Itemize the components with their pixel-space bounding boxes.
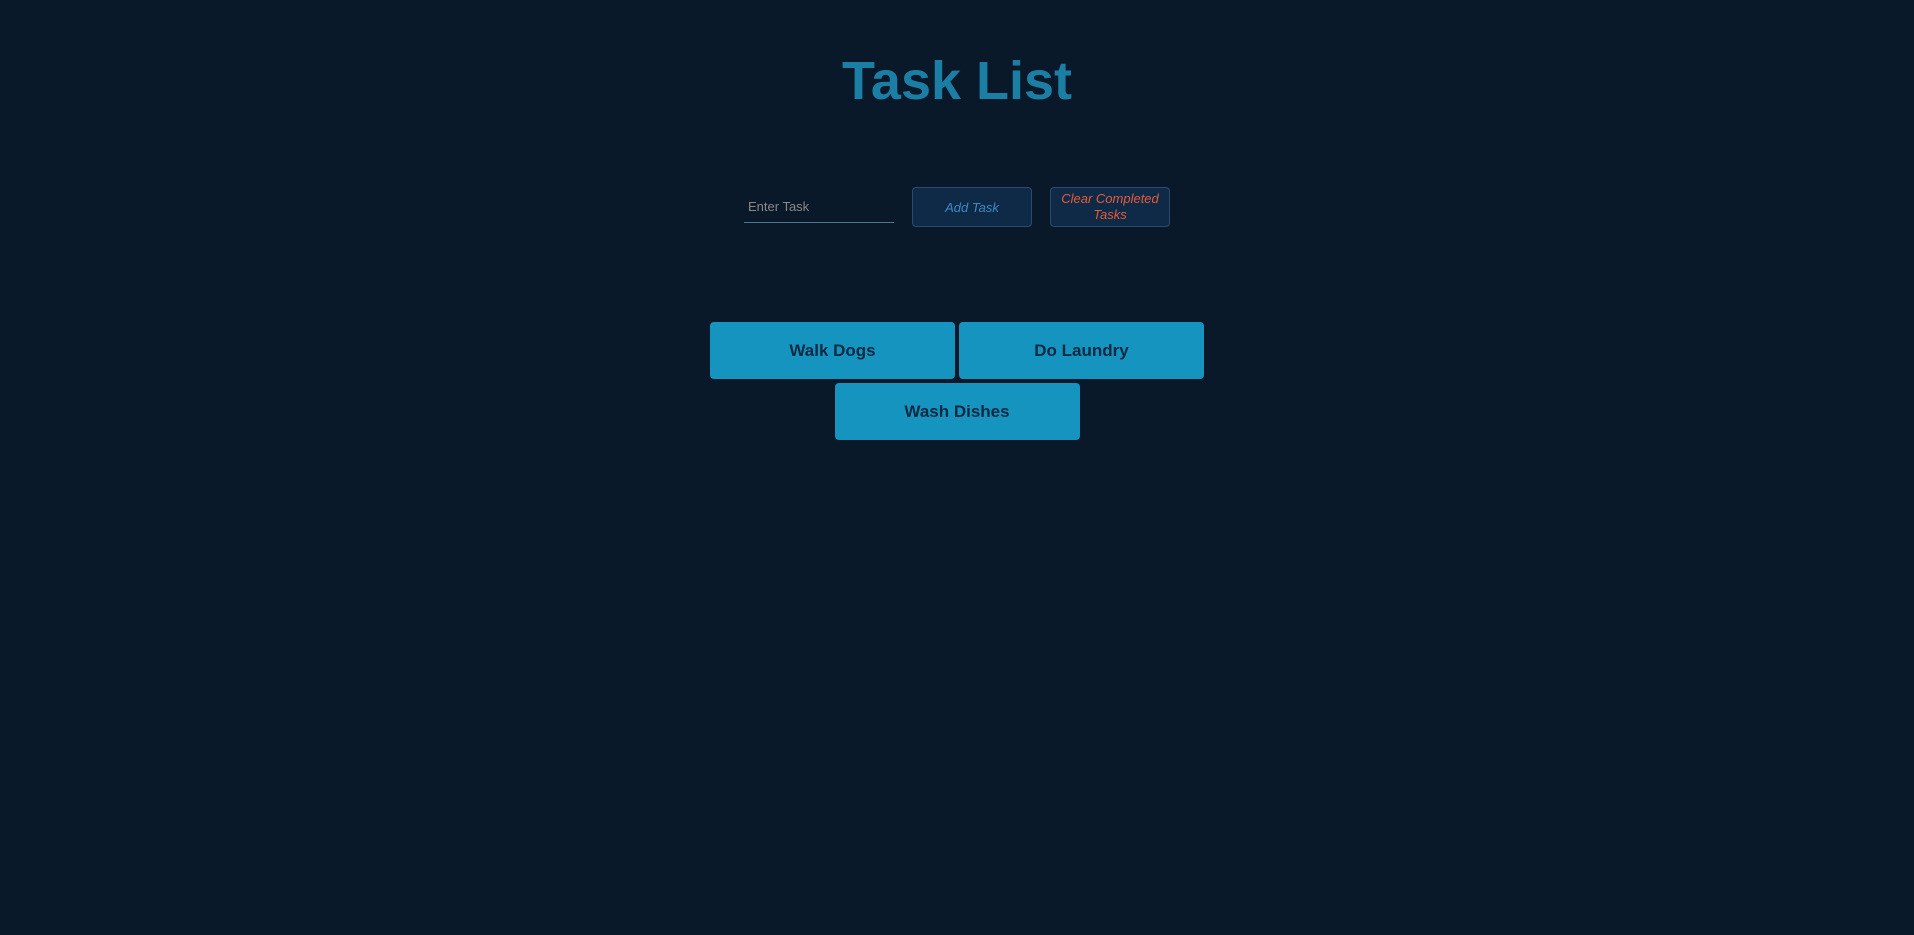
task-card[interactable]: Wash Dishes (835, 383, 1080, 440)
clear-completed-button[interactable]: Clear Completed Tasks (1050, 187, 1170, 227)
page-title: Task List (842, 50, 1072, 112)
controls-row: Add Task Clear Completed Tasks (744, 187, 1170, 227)
task-card[interactable]: Do Laundry (959, 322, 1204, 379)
add-task-button[interactable]: Add Task (912, 187, 1032, 227)
task-card[interactable]: Walk Dogs (710, 322, 955, 379)
task-grid: Walk Dogs Do Laundry Wash Dishes (697, 322, 1217, 440)
task-input[interactable] (744, 191, 894, 223)
